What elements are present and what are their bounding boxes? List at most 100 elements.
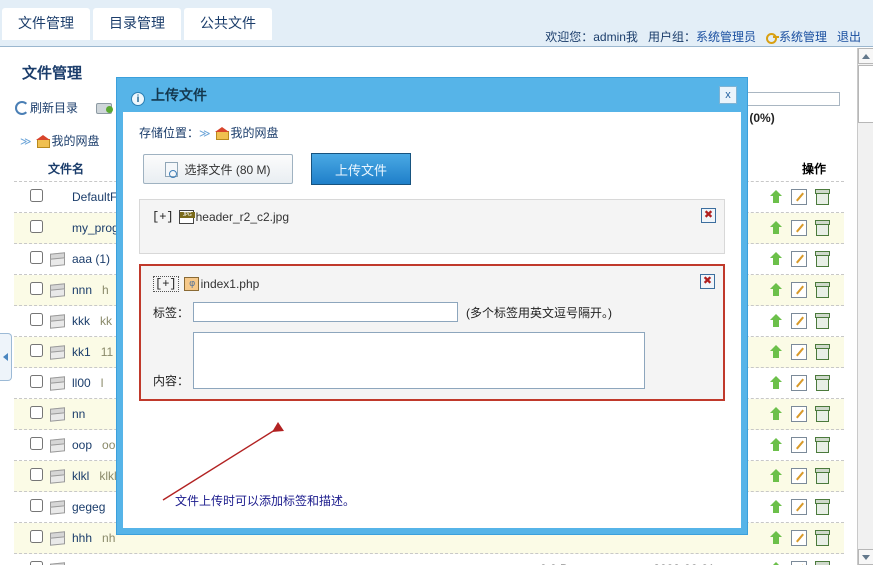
sidebar-collapse-handle[interactable] bbox=[0, 333, 12, 381]
delete-icon[interactable] bbox=[814, 282, 830, 298]
upload-icon[interactable] bbox=[768, 375, 784, 391]
upload-icon[interactable] bbox=[768, 468, 784, 484]
dialog-body: 存储位置：≫ 我的网盘 选择文件 (80 M) 上传文件 [+] header_r… bbox=[123, 112, 741, 528]
row-checkbox[interactable] bbox=[30, 437, 43, 450]
row-file-name[interactable]: oop bbox=[72, 438, 92, 452]
table-row[interactable]: aaaa0.0 B2009-06-01 bbox=[14, 554, 844, 565]
tab-directory-management[interactable]: 目录管理 bbox=[93, 8, 181, 40]
upload-icon[interactable] bbox=[768, 344, 784, 360]
dialog-close-button[interactable]: x bbox=[719, 86, 737, 104]
upload-file-toolbar-button[interactable] bbox=[96, 100, 114, 114]
system-admin-link[interactable]: 系统管理 bbox=[779, 30, 827, 44]
row-file-name[interactable]: my_prog bbox=[72, 221, 119, 235]
row-file-name[interactable]: hhh bbox=[72, 531, 92, 545]
upload-icon[interactable] bbox=[768, 406, 784, 422]
upload-icon[interactable] bbox=[768, 313, 784, 329]
breadcrumb-label[interactable]: 我的网盘 bbox=[52, 134, 100, 148]
delete-icon[interactable] bbox=[814, 468, 830, 484]
delete-icon[interactable] bbox=[814, 313, 830, 329]
delete-icon[interactable] bbox=[814, 406, 830, 422]
box-icon bbox=[48, 283, 66, 298]
row-file-name[interactable]: gegeg bbox=[72, 500, 105, 514]
delete-icon[interactable] bbox=[814, 561, 830, 565]
row-file-name[interactable]: klkl bbox=[72, 469, 89, 483]
edit-icon[interactable] bbox=[791, 530, 807, 546]
row-checkbox[interactable] bbox=[30, 189, 43, 202]
expand-toggle[interactable]: [+] bbox=[153, 276, 179, 292]
box-icon bbox=[48, 252, 66, 267]
row-checkbox[interactable] bbox=[30, 344, 43, 357]
row-file-name[interactable]: nnn bbox=[72, 283, 92, 297]
scroll-down-button[interactable] bbox=[858, 549, 873, 565]
row-file-name[interactable]: DefaultF bbox=[72, 190, 117, 204]
delete-icon[interactable] bbox=[814, 344, 830, 360]
delete-icon[interactable] bbox=[814, 499, 830, 515]
edit-icon[interactable] bbox=[791, 406, 807, 422]
row-checkbox[interactable] bbox=[30, 313, 43, 326]
row-ops-cell bbox=[754, 530, 844, 546]
row-checkbox[interactable] bbox=[30, 499, 43, 512]
delete-icon[interactable] bbox=[814, 220, 830, 236]
row-checkbox[interactable] bbox=[30, 561, 43, 565]
edit-icon[interactable] bbox=[791, 468, 807, 484]
upload-icon[interactable] bbox=[768, 220, 784, 236]
choose-file-button[interactable]: 选择文件 (80 M) bbox=[143, 154, 293, 184]
row-checkbox[interactable] bbox=[30, 251, 43, 264]
row-checkbox[interactable] bbox=[30, 530, 43, 543]
scroll-up-button[interactable] bbox=[858, 48, 873, 64]
row-file-name[interactable]: ll00 bbox=[72, 376, 91, 390]
delete-icon[interactable] bbox=[814, 189, 830, 205]
edit-icon[interactable] bbox=[791, 189, 807, 205]
row-file-name[interactable]: kk1 bbox=[72, 345, 91, 359]
row-name-cell: aaaa bbox=[48, 562, 494, 565]
upload-icon[interactable] bbox=[768, 189, 784, 205]
edit-icon[interactable] bbox=[791, 282, 807, 298]
edit-icon[interactable] bbox=[791, 251, 807, 267]
row-checkbox[interactable] bbox=[30, 406, 43, 419]
upload-file-button[interactable]: 上传文件 bbox=[311, 153, 411, 185]
refresh-directory-button[interactable]: 刷新目录 bbox=[14, 99, 78, 116]
group-name-link[interactable]: 系统管理员 bbox=[696, 30, 756, 44]
upload-icon[interactable] bbox=[768, 282, 784, 298]
row-file-name[interactable]: nn bbox=[72, 407, 85, 421]
delete-icon[interactable] bbox=[814, 437, 830, 453]
tab-file-management[interactable]: 文件管理 bbox=[2, 8, 90, 40]
edit-icon[interactable] bbox=[791, 220, 807, 236]
storage-location-label: 存储位置： bbox=[139, 126, 200, 140]
edit-icon[interactable] bbox=[791, 344, 807, 360]
upload-icon[interactable] bbox=[768, 499, 784, 515]
row-file-name[interactable]: aaa (1) bbox=[72, 252, 110, 266]
edit-icon[interactable] bbox=[791, 375, 807, 391]
content-textarea[interactable] bbox=[193, 332, 645, 389]
edit-icon[interactable] bbox=[791, 313, 807, 329]
row-ops-cell bbox=[754, 313, 844, 329]
upload-icon[interactable] bbox=[768, 561, 784, 565]
box-icon bbox=[48, 562, 66, 565]
storage-path[interactable]: 我的网盘 bbox=[231, 126, 279, 140]
row-checkbox[interactable] bbox=[30, 468, 43, 481]
row-file-name[interactable]: kkk bbox=[72, 314, 90, 328]
upload-icon[interactable] bbox=[768, 530, 784, 546]
expand-toggle[interactable]: [+] bbox=[152, 210, 174, 224]
upload-icon[interactable] bbox=[768, 437, 784, 453]
edit-icon[interactable] bbox=[791, 499, 807, 515]
delete-icon[interactable] bbox=[814, 530, 830, 546]
upload-icon[interactable] bbox=[768, 251, 784, 267]
logout-link[interactable]: 退出 bbox=[837, 30, 861, 44]
queue-item-remove-button[interactable]: ✖ bbox=[701, 208, 716, 223]
scrollbar-thumb[interactable] bbox=[858, 65, 873, 123]
tag-input[interactable] bbox=[193, 302, 458, 322]
queue-item-remove-button[interactable]: ✖ bbox=[700, 274, 715, 289]
edit-icon[interactable] bbox=[791, 561, 807, 565]
queue-item-header: [+] header_r2_c2.jpg bbox=[152, 210, 712, 224]
row-ops-cell bbox=[754, 406, 844, 422]
edit-icon[interactable] bbox=[791, 437, 807, 453]
refresh-label: 刷新目录 bbox=[30, 100, 79, 115]
tab-public-files[interactable]: 公共文件 bbox=[184, 8, 272, 40]
row-checkbox[interactable] bbox=[30, 375, 43, 388]
row-checkbox[interactable] bbox=[30, 282, 43, 295]
row-checkbox[interactable] bbox=[30, 220, 43, 233]
vertical-scrollbar[interactable] bbox=[857, 48, 873, 565]
delete-icon[interactable] bbox=[814, 375, 830, 391]
delete-icon[interactable] bbox=[814, 251, 830, 267]
